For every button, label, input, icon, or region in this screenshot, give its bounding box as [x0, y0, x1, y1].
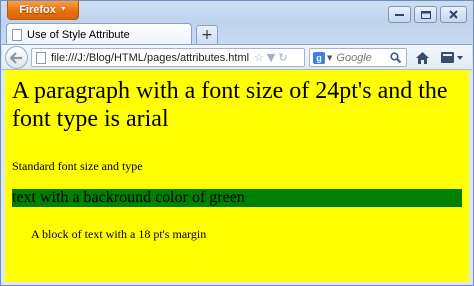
page-content: A paragraph with a font size of 24pt's a…: [5, 70, 469, 282]
magnifier-icon[interactable]: [390, 48, 402, 67]
firefox-menu-label: Firefox: [19, 4, 56, 16]
paragraph-with-margin: A block of text with a 18 pt's margin: [31, 227, 207, 241]
paragraph-standard: Standard font size and type: [12, 159, 143, 173]
browser-window: Firefox ▼ Use of Style Attribute + ☆ ▼: [0, 0, 474, 286]
window-controls: [388, 6, 467, 23]
firefox-menu-button[interactable]: Firefox ▼: [7, 1, 79, 20]
tab-use-of-style-attribute[interactable]: Use of Style Attribute: [6, 23, 192, 45]
reload-icon[interactable]: ↻: [278, 51, 287, 64]
star-icon[interactable]: ☆: [254, 51, 264, 64]
minimize-button[interactable]: [388, 6, 411, 23]
address-bar[interactable]: ☆ ▼ ↻: [31, 48, 305, 67]
back-button[interactable]: [5, 46, 28, 69]
plus-icon: +: [201, 27, 213, 43]
chevron-down-icon[interactable]: ▼: [267, 51, 275, 64]
maximize-button[interactable]: [414, 6, 437, 23]
home-button[interactable]: [413, 49, 431, 66]
search-input[interactable]: [336, 51, 387, 64]
bookmarks-menu-button[interactable]: [438, 49, 466, 66]
url-input[interactable]: [51, 51, 251, 64]
navigation-toolbar: ☆ ▼ ↻ g ▼: [2, 44, 472, 70]
search-bar[interactable]: g ▼: [309, 48, 407, 67]
bookmarks-menu-icon: [441, 52, 463, 63]
back-arrow-icon: [10, 51, 22, 64]
maximize-icon: [420, 10, 431, 19]
chevron-down-icon: ▼: [59, 6, 67, 13]
page-icon: [12, 28, 22, 41]
close-icon: [449, 10, 458, 19]
minimize-icon: [395, 13, 404, 16]
file-icon: [36, 51, 46, 64]
new-tab-button[interactable]: +: [196, 25, 218, 44]
home-icon: [415, 51, 429, 64]
chevron-down-icon[interactable]: ▼: [327, 54, 332, 62]
close-button[interactable]: [440, 6, 467, 23]
paragraph-large-arial: A paragraph with a font size of 24pt's a…: [12, 78, 448, 132]
paragraph-green-background: text with a backround color of green: [12, 189, 462, 207]
google-icon[interactable]: g: [313, 51, 325, 64]
tab-title: Use of Style Attribute: [27, 28, 130, 41]
